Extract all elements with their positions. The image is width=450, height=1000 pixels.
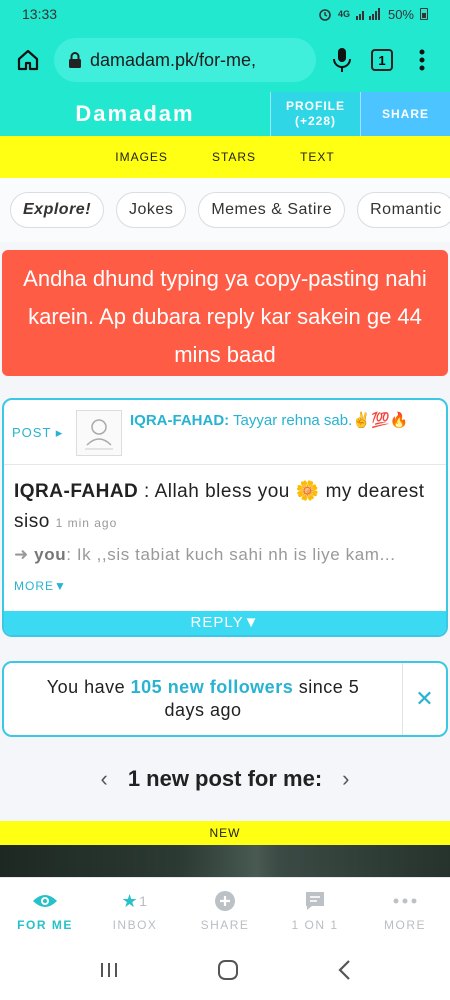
app-header: Damadam PROFILE (+228) SHARE <box>0 92 450 136</box>
arrow-right-icon: ➜ <box>14 545 35 564</box>
home-nav-icon[interactable] <box>217 959 239 986</box>
tab-inbox[interactable]: ★ 1 INBOX <box>90 878 180 944</box>
new-badge: NEW <box>0 821 450 845</box>
chip-romantic[interactable]: Romantic <box>357 192 450 228</box>
dots-icon <box>393 890 417 912</box>
plus-circle-icon <box>215 890 235 912</box>
eye-icon <box>32 890 58 912</box>
chip-jokes[interactable]: Jokes <box>116 192 187 228</box>
profile-label: PROFILE <box>285 99 345 113</box>
chevron-left-icon[interactable]: ‹ <box>100 766 107 792</box>
lock-icon <box>69 52 81 68</box>
bottom-tab-bar: FOR ME ★ 1 INBOX SHARE 1 ON 1 MORE <box>0 877 450 944</box>
post-header[interactable]: POST ▸ IQRA-FAHAD: Tayyar rehna sab.✌️💯🔥 <box>4 400 446 465</box>
more-link[interactable]: MORE▼ <box>14 579 67 593</box>
tab-one-on-one[interactable]: 1 ON 1 <box>270 878 360 944</box>
rate-limit-alert: Andha dhund typing ya copy-pasting nahi … <box>2 250 448 376</box>
post-card: POST ▸ IQRA-FAHAD: Tayyar rehna sab.✌️💯🔥… <box>2 398 448 637</box>
post-thumbnail[interactable] <box>76 410 122 456</box>
my-reply-text: : Ik ,,sis tabiat kuch sahi nh is liye k… <box>66 545 396 564</box>
status-icons: 4G 50% <box>318 7 428 22</box>
chevron-right-icon[interactable]: › <box>342 766 349 792</box>
close-icon[interactable]: ✕ <box>402 663 446 735</box>
my-reply-line: ➜ you: Ik ,,sis tabiat kuch sahi nh is l… <box>14 540 436 601</box>
tab-share[interactable]: SHARE <box>180 878 270 944</box>
inbox-badge: 1 <box>139 893 149 909</box>
followers-prefix: You have <box>46 677 131 697</box>
tab-inbox-label: INBOX <box>112 918 158 932</box>
post-label: POST ▸ <box>12 425 64 440</box>
clock: 13:33 <box>22 6 58 22</box>
battery-percent: 50% <box>387 6 414 22</box>
network-label: 4G <box>337 9 350 19</box>
nav-text[interactable]: TEXT <box>300 150 335 164</box>
reply-time: 1 min ago <box>55 516 118 530</box>
followers-link[interactable]: 105 new followers <box>131 677 294 697</box>
tab-for-me[interactable]: FOR ME <box>0 878 90 944</box>
chip-memes[interactable]: Memes & Satire <box>198 192 346 228</box>
url-text: damadam.pk/for-me, <box>90 49 257 70</box>
post-title-text: Tayyar rehna sab.✌️💯🔥 <box>229 412 409 429</box>
profile-button[interactable]: PROFILE (+228) <box>270 92 360 136</box>
tab-more-label: MORE <box>384 918 426 932</box>
recents-icon[interactable] <box>99 961 119 984</box>
share-button[interactable]: SHARE <box>360 92 450 136</box>
chat-icon <box>304 890 326 912</box>
signal-icon <box>355 8 380 20</box>
home-icon[interactable] <box>14 46 42 74</box>
followers-notice: You have 105 new followers since 5 days … <box>2 661 448 737</box>
microphone-icon[interactable] <box>328 46 356 74</box>
reply-author[interactable]: IQRA-FAHAD <box>14 481 138 502</box>
chip-explore[interactable]: Explore! <box>10 192 105 228</box>
post-author[interactable]: IQRA-FAHAD: <box>130 412 229 429</box>
nav-stars[interactable]: STARS <box>212 150 256 164</box>
reply-button[interactable]: REPLY▼ <box>4 611 446 635</box>
more-vert-icon[interactable] <box>408 46 436 74</box>
brand-logo[interactable]: Damadam <box>0 92 270 136</box>
you-label: you <box>34 545 67 564</box>
tab-one-on-one-label: 1 ON 1 <box>291 918 339 932</box>
tab-count: 1 <box>371 49 393 71</box>
tab-for-me-label: FOR ME <box>17 918 73 932</box>
browser-toolbar: damadam.pk/for-me, 1 <box>0 28 450 92</box>
topic-chips: Explore! Jokes Memes & Satire Romantic <box>0 178 450 242</box>
post-body: IQRA-FAHAD : Allah bless you 🌼 my deares… <box>4 465 446 611</box>
back-icon[interactable] <box>337 959 351 986</box>
new-post-label: 1 new post for me: <box>127 766 323 791</box>
followers-text: You have 105 new followers since 5 days … <box>4 676 402 722</box>
nav-images[interactable]: IMAGES <box>115 150 168 164</box>
tab-share-label: SHARE <box>200 918 250 932</box>
address-bar[interactable]: damadam.pk/for-me, <box>54 38 316 82</box>
battery-icon <box>420 8 428 20</box>
star-icon: ★ <box>121 890 140 911</box>
reply-line: IQRA-FAHAD : Allah bless you 🌼 my deares… <box>14 477 436 538</box>
inbox-icon-wrap: ★ 1 <box>122 890 149 912</box>
post-title[interactable]: IQRA-FAHAD: Tayyar rehna sab.✌️💯🔥 <box>130 410 438 456</box>
new-post-nav: ‹ 1 new post for me: › <box>0 737 450 821</box>
profile-count: (+228) <box>294 114 337 128</box>
status-bar: 13:33 4G 50% <box>0 0 450 28</box>
tab-switcher-button[interactable]: 1 <box>368 46 396 74</box>
android-nav-bar <box>0 944 450 1000</box>
sub-nav: IMAGES STARS TEXT <box>0 136 450 178</box>
tab-more[interactable]: MORE <box>360 878 450 944</box>
alarm-icon <box>319 9 331 21</box>
